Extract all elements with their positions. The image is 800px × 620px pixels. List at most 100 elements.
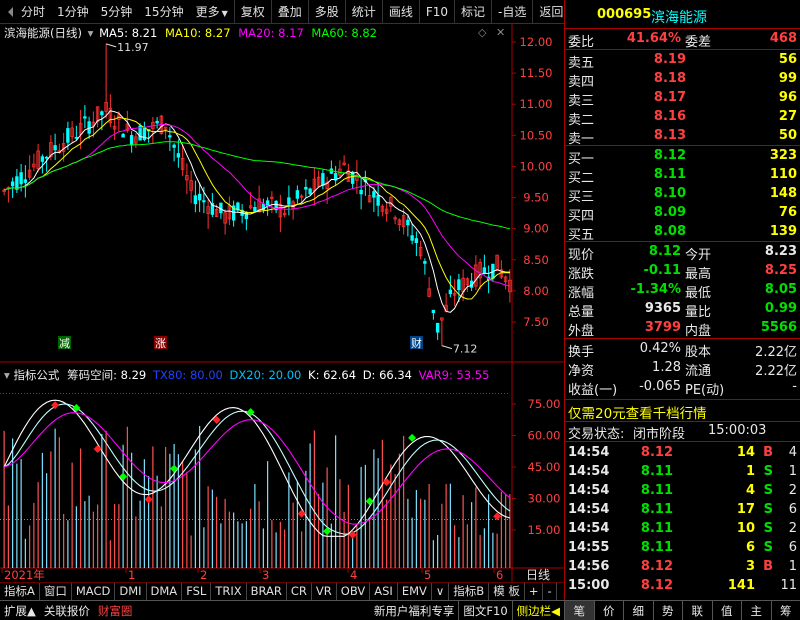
stat-label: 涨跌 xyxy=(568,267,595,282)
tick-price: 8.11 xyxy=(640,502,673,517)
indicator-tabs: 指标A 窗口 MACD DMI DMA FSL TRIX BRAR CR VR … xyxy=(0,582,564,600)
tab-emv[interactable]: EMV xyxy=(398,582,432,600)
high-annotation: 11.97 xyxy=(117,41,149,54)
f10-button[interactable]: F10 xyxy=(418,0,454,24)
tick-time: 14:55 xyxy=(568,540,610,555)
sub-chart-dropdown-icon[interactable]: ▾ xyxy=(4,368,10,382)
ma20-label: MA20: 8.17 xyxy=(238,26,304,40)
candle-body xyxy=(74,136,79,139)
period-intraday-button[interactable]: 分时 xyxy=(15,0,51,24)
period-15min-button[interactable]: 15分钟 xyxy=(138,0,189,24)
close-icon[interactable]: ✕ xyxy=(496,26,505,39)
thousand-depth-promo[interactable]: 仅需20元查看千档行情 xyxy=(568,402,707,422)
tick-price: 8.11 xyxy=(640,521,673,536)
mark-button[interactable]: 标记 xyxy=(454,0,491,24)
candle-body xyxy=(359,189,363,195)
kline-chart-area[interactable]: 12.00 11.50 11.00 10.50 10.00 9.50 9.00 8.50 8.0… xyxy=(0,24,564,596)
level-volume: 76 xyxy=(778,205,797,220)
tab-asi[interactable]: ASI xyxy=(370,582,398,600)
level-price: 8.16 xyxy=(653,109,686,124)
sub-chart-legend: ▾ 指标公式 筹码空间: 8.29 TX80: 80.00 DX20: 20.0… xyxy=(4,368,490,382)
divider xyxy=(565,241,800,242)
tab-template[interactable]: 模 板 xyxy=(489,582,525,600)
candle-body xyxy=(168,135,172,138)
stock-code: 000695 xyxy=(597,7,652,22)
tick-volume: 3 xyxy=(745,559,755,574)
candle-body xyxy=(23,179,28,183)
fuquan-button[interactable]: 复权 xyxy=(233,0,271,24)
legend-dropdown-icon[interactable]: ▾ xyxy=(88,26,94,40)
tick-time: 14:54 xyxy=(568,502,610,517)
period-1min-button[interactable]: 1分钟 xyxy=(51,0,95,24)
multi-stock-button[interactable]: 多股 xyxy=(307,0,345,24)
new-user-promo-link[interactable]: 新用户福利专享 xyxy=(370,601,459,620)
expand-button[interactable]: 扩展▲ xyxy=(0,601,40,620)
tab-more[interactable]: ∨ xyxy=(432,582,450,600)
divider xyxy=(565,441,800,442)
tick-count: 4 xyxy=(788,445,797,460)
tab-remove[interactable]: - xyxy=(543,582,557,600)
high-annotation-pointer xyxy=(105,43,117,48)
tick-volume: 17 xyxy=(736,502,755,517)
tab-trix[interactable]: TRIX xyxy=(211,582,247,600)
period-5min-button[interactable]: 5分钟 xyxy=(95,0,139,24)
stat-value: 8.05 xyxy=(764,282,797,297)
candle-body xyxy=(66,128,70,143)
stat-label: 现价 xyxy=(568,248,595,263)
candle-body xyxy=(193,195,198,205)
tab-add[interactable]: + xyxy=(525,582,544,600)
var9-line xyxy=(3,412,511,525)
time-axis-label: 1 xyxy=(128,568,135,582)
sidebar-toggle-button[interactable]: 侧边栏◀ xyxy=(511,600,564,620)
tab-indicator-a[interactable]: 指标A xyxy=(0,582,40,600)
panel-tab-chip[interactable]: 筹 xyxy=(770,600,800,620)
diamond-icon[interactable]: ◇ xyxy=(478,26,486,39)
tab-dma[interactable]: DMA xyxy=(147,582,183,600)
tab-brar[interactable]: BRAR xyxy=(247,582,287,600)
ma60-label: MA60: 8.82 xyxy=(311,26,377,40)
stock-period-title: 滨海能源(日线) xyxy=(4,26,82,40)
candle-body xyxy=(44,156,49,159)
wealth-circle-button[interactable]: 财富圈 xyxy=(94,601,137,620)
stat-label: 内盘 xyxy=(685,324,712,339)
tick-row: 15:00 8.12 141 11 xyxy=(565,577,800,596)
indicator-formula-label: 指标公式 xyxy=(13,368,60,382)
collapse-arrow-icon[interactable] xyxy=(8,6,13,17)
panel-tab-link[interactable]: 联 xyxy=(682,600,712,620)
level-label: 买四 xyxy=(568,209,595,224)
candle-body xyxy=(15,176,19,190)
panel-tab-main[interactable]: 主 xyxy=(741,600,771,620)
tab-cr[interactable]: CR xyxy=(287,582,312,600)
tab-indicator-b[interactable]: 指标B xyxy=(449,582,490,600)
tick-direction: B xyxy=(763,445,773,460)
draw-line-button[interactable]: 画线 xyxy=(381,0,419,24)
price-label: 11.00 xyxy=(520,97,553,111)
panel-tab-price[interactable]: 价 xyxy=(593,600,624,620)
panel-tab-detail[interactable]: 细 xyxy=(623,600,653,620)
kline-chart-svg[interactable]: 12.00 11.50 11.00 10.50 10.00 9.50 9.00 8.50 8.0… xyxy=(0,24,564,582)
tab-macd[interactable]: MACD xyxy=(72,582,116,600)
level-volume: 139 xyxy=(769,224,797,239)
panel-tab-value[interactable]: 值 xyxy=(711,600,742,620)
candle-body xyxy=(121,133,125,138)
candle-body xyxy=(376,195,380,206)
candle-body xyxy=(482,267,487,274)
trade-status-time: 15:00:03 xyxy=(708,423,767,438)
overlay-button[interactable]: 叠加 xyxy=(270,0,308,24)
panel-tab-trend[interactable]: 势 xyxy=(652,600,683,620)
related-quote-button[interactable]: 关联报价 xyxy=(40,601,94,620)
tab-obv[interactable]: OBV xyxy=(337,582,371,600)
candle-body xyxy=(10,181,15,187)
period-more-button[interactable]: 更多 ▼ xyxy=(190,0,234,24)
promo-row[interactable]: 仅需20元查看千档行情 xyxy=(565,401,800,422)
tab-dmi[interactable]: DMI xyxy=(115,582,147,600)
tab-window[interactable]: 窗口 xyxy=(40,582,72,600)
tick-volume: 6 xyxy=(745,540,755,555)
remove-watchlist-button[interactable]: -自选 xyxy=(491,0,532,24)
statistics-button[interactable]: 统计 xyxy=(344,0,382,24)
tab-fsl[interactable]: FSL xyxy=(182,582,212,600)
panel-tab-trade[interactable]: 笔 xyxy=(564,600,594,620)
tab-vr[interactable]: VR xyxy=(312,582,337,600)
signal-diamond xyxy=(119,472,128,481)
f10-graphic-button[interactable]: 图文F10 xyxy=(458,600,511,620)
